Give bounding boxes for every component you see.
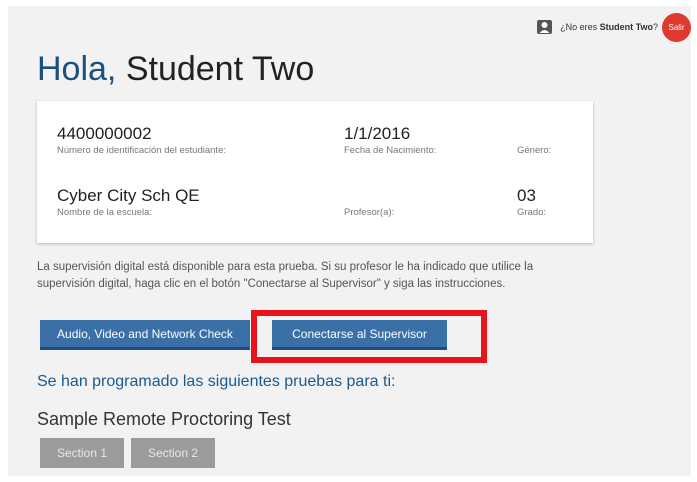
user-switch-icon — [536, 19, 554, 35]
section-2-button[interactable]: Section 2 — [131, 438, 215, 468]
teacher-value — [344, 187, 394, 205]
birth-date-label: Fecha de Nacimiento: — [344, 145, 437, 156]
digital-proctoring-notice: La supervisión digital está disponible p… — [37, 261, 534, 290]
student-info-card: 4400000002 Número de identificación del … — [37, 101, 593, 243]
logout-button[interactable]: Salir — [662, 12, 691, 42]
audio-video-network-check-button[interactable]: Audio, Video and Network Check — [40, 320, 250, 350]
greeting-hello: Hola, — [37, 50, 117, 88]
student-id-label: Número de identificación del estudiante: — [57, 145, 226, 156]
gender-label: Género: — [517, 145, 552, 156]
connect-to-proctor-button[interactable]: Conectarse al Supervisor — [272, 320, 447, 350]
birth-date-field: 1/1/2016 Fecha de Nacimiento: — [344, 124, 437, 157]
gender-field: Género: — [517, 125, 551, 156]
gender-value — [517, 125, 551, 143]
school-value: Cyber City Sch QE — [57, 186, 200, 205]
grade-label: Grado: — [517, 207, 547, 218]
test-title: Sample Remote Proctoring Test — [37, 409, 291, 429]
teacher-field: Profesor(a): — [344, 187, 394, 218]
greeting-name: Student Two — [125, 50, 315, 88]
scheduled-tests-heading: Se han programado las siguientes pruebas… — [37, 373, 396, 390]
birth-date-value: 1/1/2016 — [344, 124, 411, 143]
student-id-field: 4400000002 Número de identificación del … — [57, 124, 226, 157]
teacher-label: Profesor(a): — [344, 207, 395, 218]
not-you-link[interactable]: ¿No eres Student Two? — [560, 22, 658, 32]
school-label: Nombre de la escuela: — [57, 207, 153, 218]
top-bar: ¿No eres Student Two? Salir — [536, 12, 691, 42]
student-id-value: 4400000002 — [57, 124, 152, 143]
not-you-prefix: ¿No eres — [560, 22, 600, 32]
page-title: Hola, Student Two — [37, 50, 314, 89]
school-field: Cyber City Sch QE Nombre de la escuela: — [57, 186, 200, 219]
grade-field: 03 Grado: — [517, 186, 547, 219]
not-you-suffix: ? — [652, 22, 658, 32]
grade-value: 03 — [517, 186, 536, 205]
section-1-button[interactable]: Section 1 — [40, 438, 124, 468]
not-you-student-name: Student Two — [599, 22, 653, 32]
